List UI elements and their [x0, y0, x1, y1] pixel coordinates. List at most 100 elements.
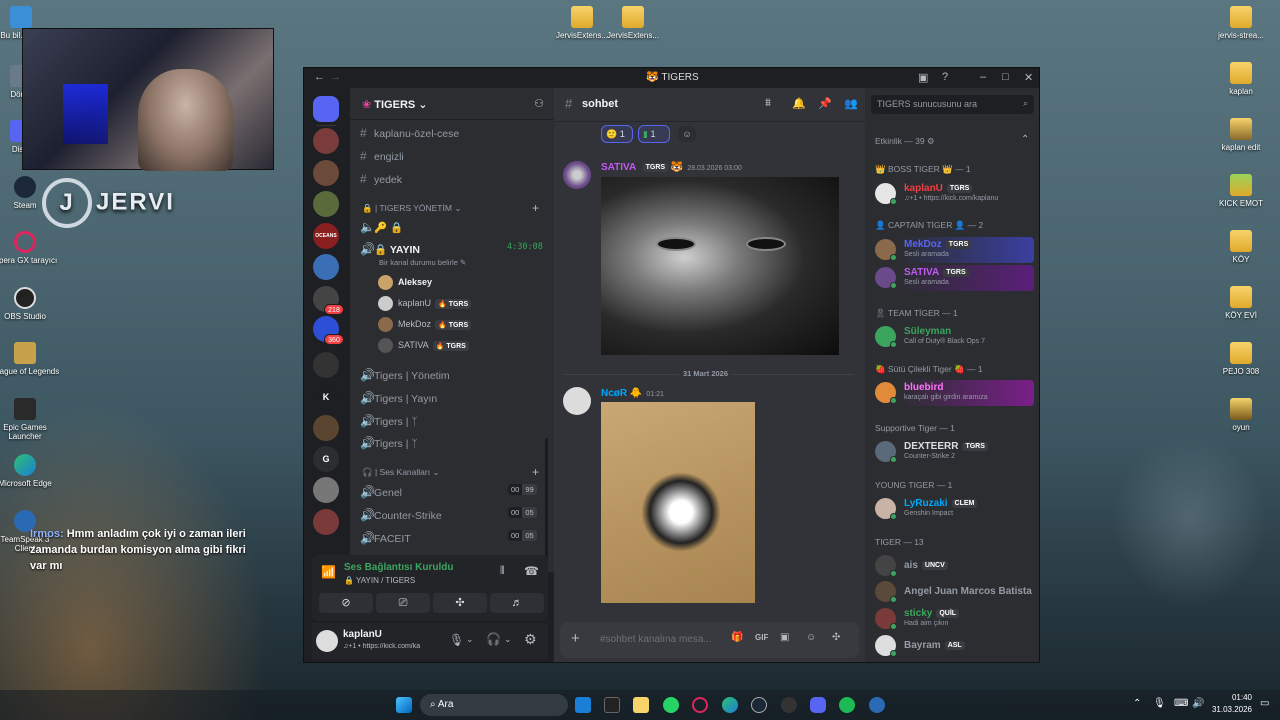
server-icon[interactable] — [313, 352, 339, 378]
noise-suppression-icon[interactable]: ⫴ — [500, 565, 505, 578]
voice-channel[interactable]: 🔊FACEIT 00 05 — [360, 530, 550, 545]
clock-date[interactable]: 31.03.2026 — [1206, 705, 1252, 714]
chevron-down-icon[interactable]: ⌄ — [466, 634, 474, 645]
apps-icon[interactable]: ✣ — [832, 632, 840, 643]
chevron-down-icon[interactable]: ⌄ — [504, 634, 512, 645]
camera-button[interactable]: ⊘ — [319, 593, 373, 613]
close-icon[interactable]: ✕ — [1024, 71, 1033, 84]
folder-icon[interactable]: kaplan — [1206, 62, 1276, 96]
add-channel-icon[interactable]: + — [532, 465, 539, 479]
disconnect-icon[interactable]: ☎ — [524, 564, 539, 578]
server-header[interactable]: ❀ TIGERS ⌄ ⚇ — [350, 88, 554, 120]
obs-icon[interactable] — [781, 697, 797, 713]
gif-icon[interactable]: GIF — [755, 633, 768, 642]
server-icon[interactable] — [313, 254, 339, 280]
locked-channel[interactable]: 🔈🔑 🔒 — [360, 220, 550, 234]
screenshare-button[interactable]: ⎚ — [376, 593, 430, 613]
clock-time[interactable]: 01:40 — [1222, 693, 1252, 702]
opera-gx-icon[interactable] — [692, 697, 708, 713]
taskbar-search[interactable]: ⌕ Ara — [420, 694, 568, 716]
member-item[interactable]: Bayram ASL — [874, 633, 1034, 659]
folder-icon[interactable]: PEJO 308 — [1206, 342, 1276, 376]
threads-icon[interactable]: ⩩ — [765, 97, 771, 110]
voice-user[interactable]: kaplanU 🔥 TGRS — [378, 296, 472, 311]
server-icon[interactable]: K — [313, 384, 339, 410]
avatar[interactable] — [563, 387, 591, 415]
member-item[interactable]: SATIVA TGRS Sesli aramada — [874, 265, 1034, 291]
server-icon[interactable] — [313, 477, 339, 503]
server-icon[interactable] — [313, 160, 339, 186]
member-item[interactable]: Süleyman Call of Duty® Black Ops 7 — [874, 324, 1034, 350]
league-icon[interactable]: League of Legends — [0, 342, 60, 376]
member-item[interactable]: bluebird karaçalı gibi girdin aramıza — [874, 380, 1034, 406]
minimize-icon[interactable]: – — [980, 71, 986, 83]
spotify-icon[interactable] — [839, 697, 855, 713]
soundboard-button[interactable]: ♬ — [490, 593, 544, 613]
server-icon[interactable] — [313, 128, 339, 154]
edge-icon[interactable] — [722, 697, 738, 713]
server-icon[interactable] — [313, 415, 339, 441]
category-header[interactable]: 🎧 | Ses Kanalları ⌄ — [362, 467, 440, 478]
gift-icon[interactable]: 🎁 — [731, 632, 743, 643]
member-item[interactable]: MekDoz TGRS Sesli aramada — [874, 237, 1034, 263]
category-header[interactable]: 🔒 | TIGERS YÖNETİM ⌄ — [362, 203, 461, 214]
voice-channel[interactable]: 🔊Tigers | Yönetim — [360, 368, 550, 382]
message-video[interactable] — [601, 402, 755, 603]
settings-icon[interactable]: ⚙ — [524, 631, 537, 648]
chevron-up-icon[interactable]: ⌃ — [1021, 134, 1029, 145]
message-author[interactable]: SATIVA TGRS 🐯 28.03.2026 03:00 — [601, 162, 742, 173]
voice-channel[interactable]: 🔊Genel 00 99 — [360, 484, 550, 499]
folder-icon[interactable]: KICK EMOT — [1206, 174, 1276, 208]
folder-icon[interactable]: oyun — [1206, 398, 1276, 432]
activity-header[interactable]: Etkinlik — 39 ⚙ — [875, 136, 935, 147]
folder-icon[interactable]: JervisExtens... — [598, 6, 668, 40]
activities-button[interactable]: ✣ — [433, 593, 487, 613]
voice-user[interactable]: Aleksey — [378, 275, 432, 290]
volume-icon[interactable]: 🔊 — [1192, 698, 1204, 709]
headphones-icon[interactable]: 🎧 — [486, 632, 501, 646]
member-item[interactable]: sticky QUİL Hadi aim çıkın — [874, 606, 1034, 632]
voice-user[interactable]: MekDoz 🔥 TGRS — [378, 317, 472, 332]
file-explorer-icon[interactable] — [633, 697, 649, 713]
server-icon[interactable]: OCEANS — [313, 223, 339, 249]
folder-icon[interactable]: kaplan edit — [1206, 118, 1276, 152]
epic-games-icon[interactable] — [604, 697, 620, 713]
member-item[interactable]: kaplanU TGRS ♫+1 • https://kick.com/kaplan… — [874, 181, 1034, 207]
maximize-icon[interactable]: □ — [1002, 71, 1009, 83]
voice-channel-live[interactable]: 🔊🔒 YAYIN 4:30:08 — [360, 242, 550, 256]
network-icon[interactable]: ⌨ — [1174, 698, 1188, 709]
windows-start-icon[interactable] — [396, 697, 412, 713]
whatsapp-icon[interactable] — [663, 697, 679, 713]
folder-icon[interactable]: KÖY EVİ — [1206, 286, 1276, 320]
avatar[interactable] — [316, 630, 338, 652]
voice-channel[interactable]: 🔊Tigers | ᛉ — [360, 414, 550, 428]
member-item[interactable]: LyRuzaki CLEM Genshin Impact — [874, 496, 1034, 522]
search-input[interactable]: TIGERS sunucusunu ara ⌕ — [871, 95, 1034, 114]
add-reaction-icon[interactable]: ☺ — [678, 126, 696, 142]
sticker-icon[interactable]: ▣ — [780, 632, 789, 643]
server-icon[interactable]: G — [313, 446, 339, 472]
folder-icon[interactable]: jervis-strea... — [1206, 6, 1276, 40]
member-item[interactable]: Angel Juan Marcos Batista — [874, 579, 1034, 605]
server-icon[interactable] — [313, 191, 339, 217]
obs-icon[interactable]: OBS Studio — [0, 287, 60, 321]
voice-channel[interactable]: 🔊Tigers | ᛉ — [360, 436, 550, 450]
opera-gx-icon[interactable]: Opera GX tarayıcı — [0, 231, 60, 265]
member-list-icon[interactable]: 👥 — [844, 97, 858, 110]
reaction[interactable]: ▮ 1 — [638, 125, 670, 143]
channel-item[interactable]: # kaplanu-özel-cese — [360, 126, 550, 140]
voice-channel[interactable]: 🔊Counter-Strike 00 05 — [360, 507, 550, 522]
member-item[interactable]: ais UNCV — [874, 553, 1034, 579]
edge-icon[interactable]: Microsoft Edge — [0, 454, 60, 488]
epic-games-icon[interactable]: Epic Games Launcher — [0, 398, 60, 441]
channel-item[interactable]: # yedek — [360, 172, 550, 186]
help-icon[interactable]: ? — [942, 71, 948, 83]
invite-icon[interactable]: ⚇ — [534, 97, 544, 110]
message-image[interactable] — [601, 177, 839, 355]
server-icon[interactable] — [313, 96, 339, 122]
microphone-icon[interactable]: 🎙 — [1153, 698, 1166, 709]
steam-icon[interactable] — [751, 697, 767, 713]
server-icon[interactable] — [313, 509, 339, 535]
bell-icon[interactable]: 🔔 — [792, 97, 806, 110]
pin-icon[interactable]: 📌 — [818, 97, 832, 110]
